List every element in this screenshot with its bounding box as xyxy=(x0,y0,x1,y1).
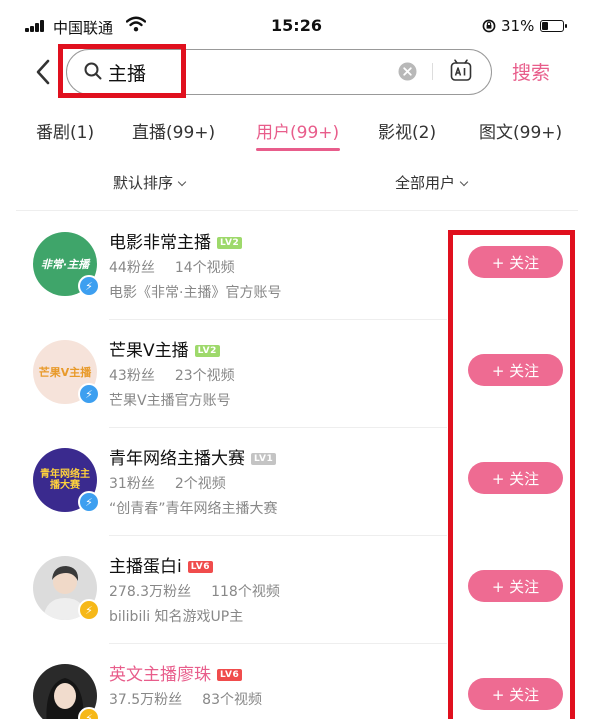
fans-count: 43粉丝 xyxy=(109,368,155,384)
user-row[interactable]: 非常·主播 ⚡ 电影非常主播 LV2 44粉丝 14个视频 电影《非常·主播》官方账… xyxy=(0,212,593,320)
user-stats: 37.5万粉丝 83个视频 xyxy=(109,689,262,709)
fans-count: 31粉丝 xyxy=(109,476,155,492)
follow-button[interactable]: + 关注 xyxy=(468,354,563,386)
tab-film-tv[interactable]: 影视(2) xyxy=(378,118,436,143)
verified-badge-icon: ⚡ xyxy=(78,707,100,719)
tab-live[interactable]: 直播(99+) xyxy=(132,118,215,143)
level-badge: LV6 xyxy=(187,561,213,573)
user-type-dropdown[interactable]: 全部用户 xyxy=(395,172,469,193)
user-name[interactable]: 英文主播廖珠 LV6 xyxy=(109,660,243,685)
tab-articles[interactable]: 图文(99+) xyxy=(479,118,562,143)
user-name-text: 芒果V主播 xyxy=(109,341,189,361)
video-count: 118个视频 xyxy=(211,584,280,600)
user-name[interactable]: 青年网络主播大赛 LV1 xyxy=(109,444,277,469)
fans-count: 44粉丝 xyxy=(109,260,155,276)
verified-badge-icon: ⚡ xyxy=(78,275,100,297)
user-name[interactable]: 芒果V主播 LV2 xyxy=(109,336,220,361)
follow-button[interactable]: + 关注 xyxy=(468,678,563,710)
ai-assistant-icon[interactable] xyxy=(449,59,473,83)
search-divider xyxy=(432,63,433,80)
user-name-text: 英文主播廖珠 xyxy=(109,665,211,685)
level-badge: LV2 xyxy=(217,237,243,249)
clear-icon[interactable] xyxy=(398,62,417,81)
user-row[interactable]: ⚡ 主播蛋白i LV6 278.3万粉丝 118个视频 bilibili 知名游戏U… xyxy=(0,536,593,644)
battery-level xyxy=(542,22,548,30)
verified-badge-icon: ⚡ xyxy=(78,491,100,513)
annotation-box-search xyxy=(58,44,186,98)
tab-users[interactable]: 用户(99+) xyxy=(256,118,339,143)
search-button[interactable]: 搜索 xyxy=(512,58,550,85)
chevron-down-icon xyxy=(177,177,187,187)
user-stats: 43粉丝 23个视频 xyxy=(109,365,235,385)
follow-button[interactable]: + 关注 xyxy=(468,246,563,278)
video-count: 14个视频 xyxy=(174,260,235,276)
status-bar: 中国联通 15:26 31% xyxy=(0,0,593,40)
user-description: bilibili 知名游戏UP主 xyxy=(109,609,244,625)
fans-count: 278.3万粉丝 xyxy=(109,584,192,600)
fans-count: 37.5万粉丝 xyxy=(109,692,183,708)
back-arrow-icon[interactable] xyxy=(34,58,52,86)
user-description: 芒果V主播官方账号 xyxy=(109,393,231,409)
level-badge: LV6 xyxy=(217,669,243,681)
verified-badge-icon: ⚡ xyxy=(78,383,100,405)
user-name-text: 主播蛋白i xyxy=(109,557,182,577)
user-description: “创青春”青年网络主播大赛 xyxy=(109,501,278,517)
result-tabs: 番剧(1) 直播(99+) 用户(99+) 影视(2) 图文(99+) xyxy=(0,118,593,148)
user-stats: 31粉丝 2个视频 xyxy=(109,473,226,493)
verified-badge-icon: ⚡ xyxy=(78,599,100,621)
follow-button[interactable]: + 关注 xyxy=(468,462,563,494)
battery-icon xyxy=(540,20,567,32)
chevron-down-icon xyxy=(459,177,469,187)
user-type-label: 全部用户 xyxy=(395,174,456,192)
video-count: 83个视频 xyxy=(202,692,262,708)
user-description: 电影《非常·主播》官方账号 xyxy=(109,285,282,301)
user-name[interactable]: 主播蛋白i LV6 xyxy=(109,552,213,577)
follow-button[interactable]: + 关注 xyxy=(468,570,563,602)
user-row[interactable]: ⚡ 英文主播廖珠 LV6 37.5万粉丝 83个视频 + 关注 xyxy=(0,644,593,719)
video-count: 23个视频 xyxy=(174,368,235,384)
user-stats: 44粉丝 14个视频 xyxy=(109,257,235,277)
user-name[interactable]: 电影非常主播 LV2 xyxy=(109,228,243,253)
level-badge: LV2 xyxy=(194,345,220,357)
tab-bangumi[interactable]: 番剧(1) xyxy=(36,118,94,143)
user-name-text: 电影非常主播 xyxy=(109,233,211,253)
user-name-text: 青年网络主播大赛 xyxy=(109,449,245,469)
battery-percent: 31% xyxy=(501,17,535,35)
user-stats: 278.3万粉丝 118个视频 xyxy=(109,581,280,601)
user-row[interactable]: 青年网络主播大赛 ⚡ 青年网络主播大赛 LV1 31粉丝 2个视频 “创青春”青年网… xyxy=(0,428,593,536)
level-badge: LV1 xyxy=(251,453,277,465)
user-row[interactable]: 芒果V主播 ⚡ 芒果V主播 LV2 43粉丝 23个视频 芒果V主播官方账号 + 关… xyxy=(0,320,593,428)
sort-dropdown[interactable]: 默认排序 xyxy=(113,172,187,193)
divider xyxy=(16,210,578,211)
sort-label: 默认排序 xyxy=(113,174,174,192)
active-tab-indicator xyxy=(256,148,340,151)
rotation-lock-icon xyxy=(482,19,496,33)
video-count: 2个视频 xyxy=(174,476,226,492)
